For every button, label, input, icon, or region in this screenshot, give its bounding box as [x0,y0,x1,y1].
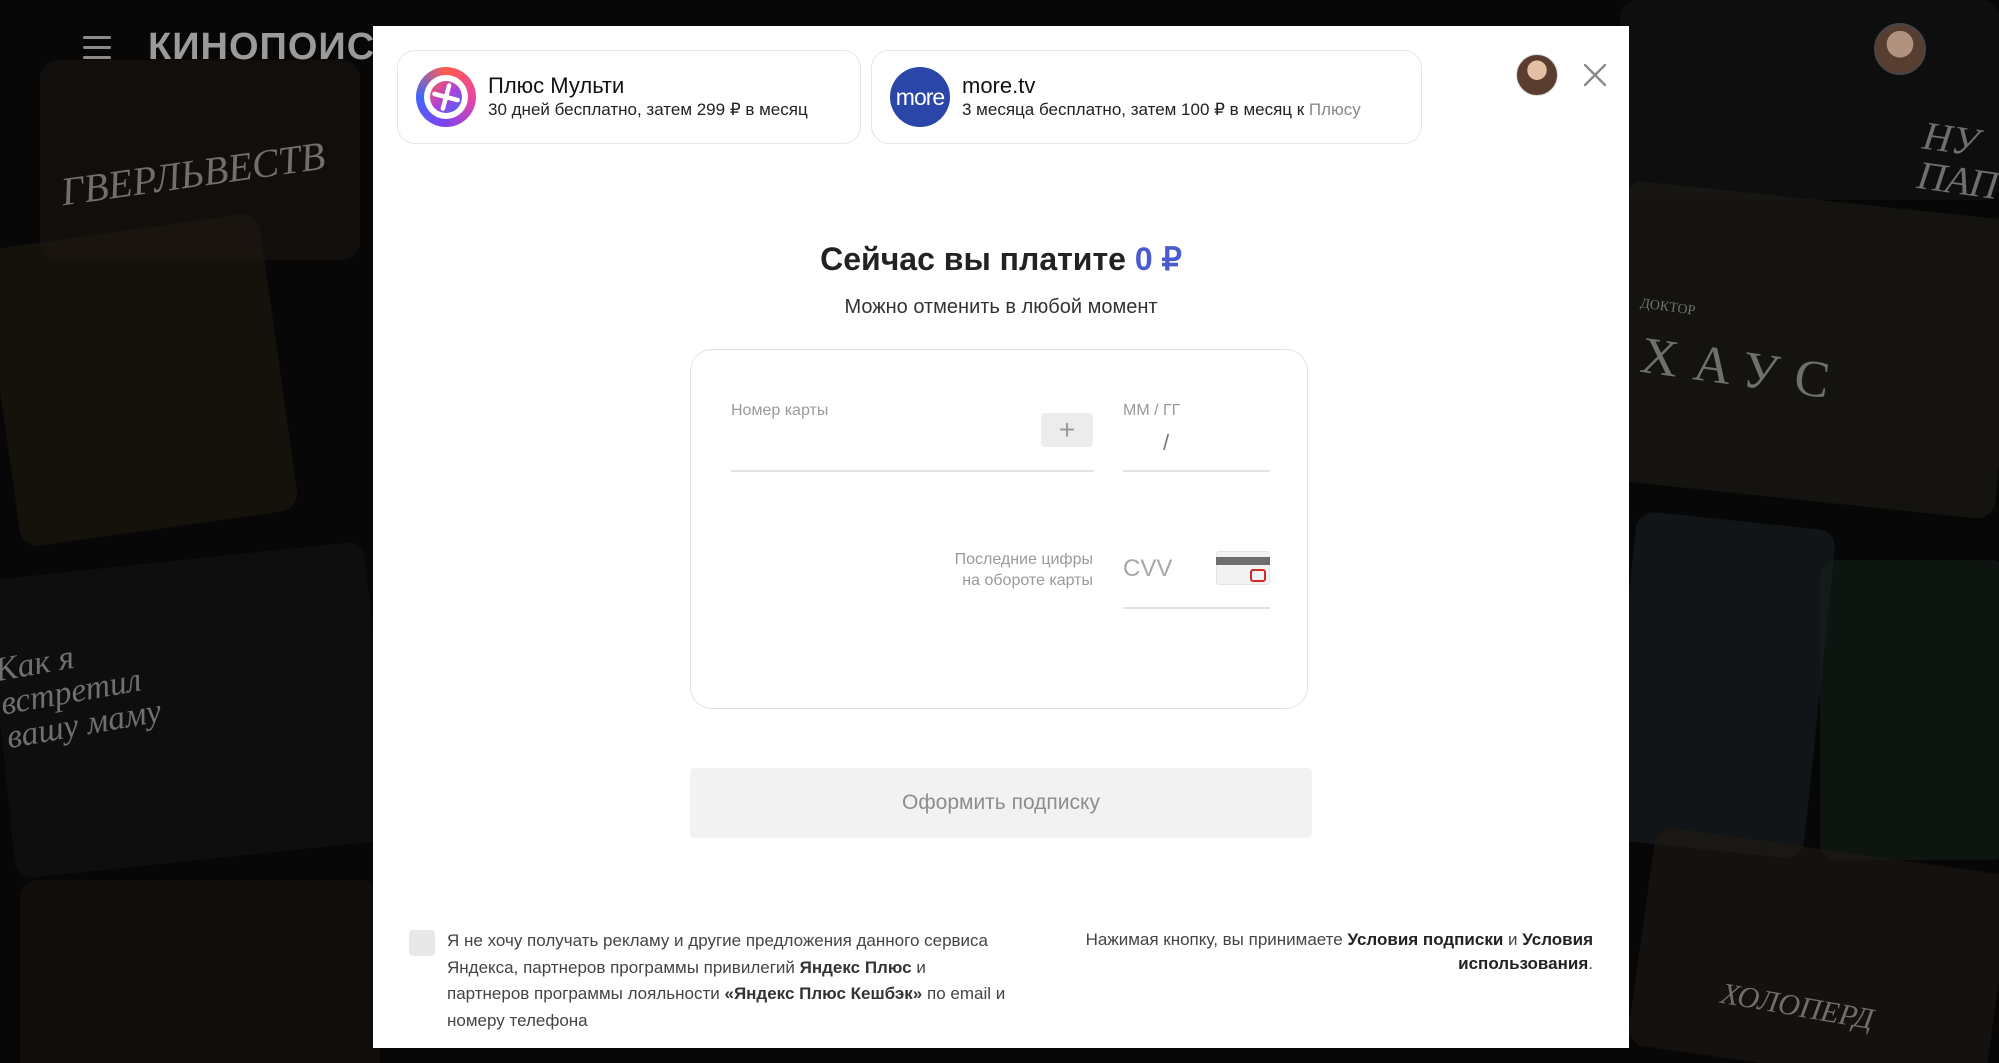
card-form: Номер карты + ММ / ГГ / Последние цифры … [690,349,1308,709]
plan-title: Плюс Мульти [488,73,625,98]
card-number-label: Номер карты [731,402,829,419]
cvv-input[interactable]: CVV [1123,555,1172,583]
cvv-underline [1123,607,1270,609]
menu-icon[interactable] [83,36,111,60]
cvv-hint: Последние цифры на обороте карты [954,551,1093,589]
card-back-icon [1216,551,1270,585]
terms-notice: Нажимая кнопку, вы принимаете Условия по… [1085,930,1593,973]
avatar[interactable] [1874,23,1926,75]
plan-list: Плюс Мульти 30 дней бесплатно, затем 299… [397,50,1422,144]
payment-subtitle: Можно отменить в любой момент [844,296,1158,318]
consent-text: Я не хочу получать рекламу и другие пред… [447,931,1006,1030]
more-tv-icon: more [890,67,950,127]
payment-amount: 0 ₽ [1134,241,1182,277]
marketing-opt-out-checkbox[interactable] [409,930,435,956]
plan-title: more.tv [962,73,1036,98]
kinopoisk-logo[interactable]: КИНОПОИСК [148,26,399,69]
subscription-modal: Плюс Мульти 30 дней бесплатно, затем 299… [373,26,1629,1048]
close-icon [1583,63,1607,87]
card-number-underline [731,470,1094,472]
card-number-input[interactable] [731,424,1031,464]
plan-text: Плюс Мульти 30 дней бесплатно, затем 299… [488,73,808,121]
plan-text: more.tv 3 месяца бесплатно, затем 100 ₽ … [962,73,1361,121]
subscribe-button[interactable]: Оформить подписку [690,768,1312,838]
scan-card-button[interactable]: + [1041,413,1093,447]
expiry-input[interactable]: / [1163,430,1169,456]
payment-title: Сейчас вы платите 0 ₽ [820,241,1182,277]
plus-icon [416,67,476,127]
plan-subtitle: 30 дней бесплатно, затем 299 ₽ в месяц [488,100,808,119]
poster-title: НУ ПАП [1914,112,1999,209]
expiry-underline [1123,470,1270,472]
close-button[interactable] [1582,62,1608,88]
user-avatar[interactable] [1516,54,1558,96]
plan-card-plus-multi[interactable]: Плюс Мульти 30 дней бесплатно, затем 299… [397,50,861,144]
plan-card-more-tv[interactable]: more more.tv 3 месяца бесплатно, затем 1… [871,50,1422,144]
plan-subtitle: 3 месяца бесплатно, затем 100 ₽ в месяц … [962,100,1361,119]
expiry-label: ММ / ГГ [1123,402,1181,419]
subscription-terms-link[interactable]: Условия подписки [1347,930,1503,949]
